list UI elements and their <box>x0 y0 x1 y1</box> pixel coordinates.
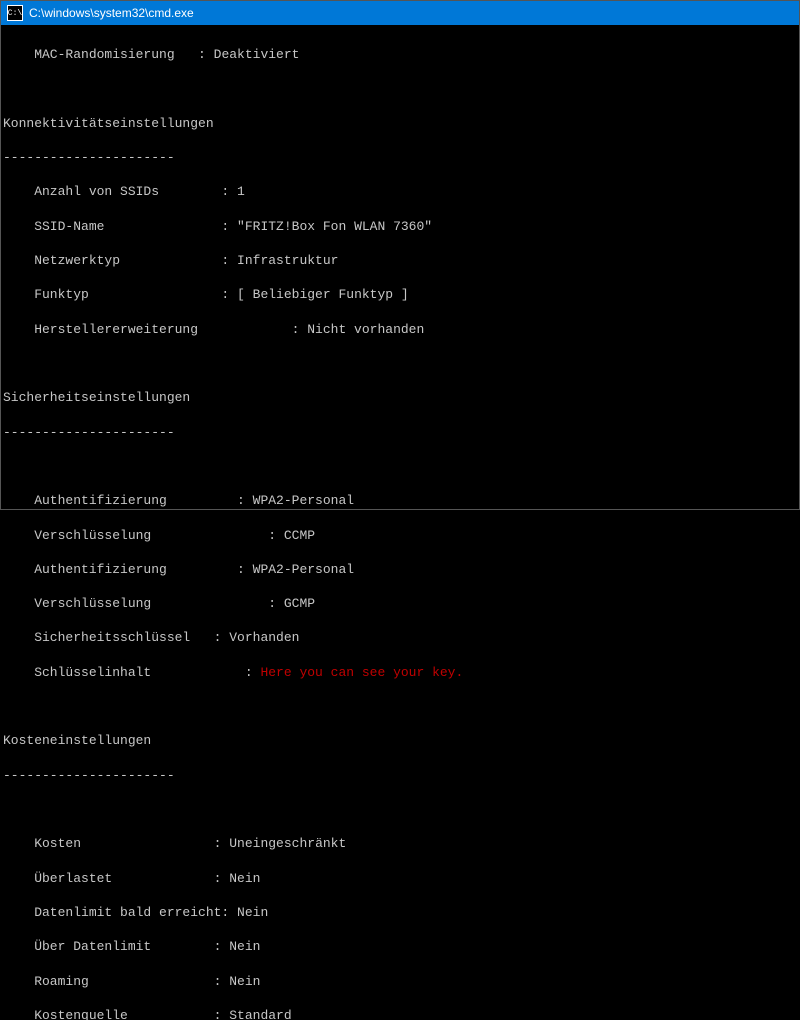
enc2-value: GCMP <box>284 596 315 611</box>
cost-header: Kosteneinstellungen <box>3 732 791 749</box>
ssid-name-label: SSID-Name : <box>3 219 237 234</box>
cost-over-limit-label: Über Datenlimit : <box>3 939 229 954</box>
divider: ---------------------- <box>3 149 791 166</box>
ssid-count-line: Anzahl von SSIDs : 1 <box>3 183 791 200</box>
enc1-line: Verschlüsselung : CCMP <box>3 527 791 544</box>
seckey-line: Sicherheitsschlüssel : Vorhanden <box>3 629 791 646</box>
radio-type-value: [ Beliebiger Funktyp ] <box>237 287 409 302</box>
enc1-label: Verschlüsselung : <box>3 528 284 543</box>
mac-randomization-line: MAC-Randomisierung : Deaktiviert <box>3 46 791 63</box>
network-type-line: Netzwerktyp : Infrastruktur <box>3 252 791 269</box>
network-type-value: Infrastruktur <box>237 253 338 268</box>
window-title: C:\windows\system32\cmd.exe <box>29 6 194 20</box>
cost-kosten-value: Uneingeschränkt <box>229 836 346 851</box>
cost-overloaded-label: Überlastet : <box>3 871 229 886</box>
ssid-count-label: Anzahl von SSIDs : <box>3 184 237 199</box>
cost-near-limit-label: Datenlimit bald erreicht: <box>3 905 237 920</box>
cost-over-limit-line: Über Datenlimit : Nein <box>3 938 791 955</box>
cost-over-limit-value: Nein <box>229 939 260 954</box>
cost-roaming-value: Nein <box>229 974 260 989</box>
cost-roaming-line: Roaming : Nein <box>3 973 791 990</box>
window-titlebar[interactable]: C:\ C:\windows\system32\cmd.exe <box>1 1 799 25</box>
blank-line <box>3 698 791 715</box>
radio-type-line: Funktyp : [ Beliebiger Funktyp ] <box>3 286 791 303</box>
seckey-value: Vorhanden <box>229 630 299 645</box>
auth1-label: Authentifizierung : <box>3 493 253 508</box>
mac-rand-value: Deaktiviert <box>214 47 300 62</box>
terminal-output: MAC-Randomisierung : Deaktiviert Konnekt… <box>1 25 799 1020</box>
blank-line <box>3 458 791 475</box>
cost-source-line: Kostenquelle : Standard <box>3 1007 791 1020</box>
vendor-ext-value: Nicht vorhanden <box>307 322 424 337</box>
auth2-label: Authentifizierung : <box>3 562 253 577</box>
connectivity-header: Konnektivitätseinstellungen <box>3 115 791 132</box>
auth2-value: WPA2-Personal <box>253 562 354 577</box>
keycontent-line: Schlüsselinhalt : Here you can see your … <box>3 664 791 681</box>
cost-roaming-label: Roaming : <box>3 974 229 989</box>
security-header: Sicherheitseinstellungen <box>3 389 791 406</box>
cost-overloaded-line: Überlastet : Nein <box>3 870 791 887</box>
radio-type-label: Funktyp : <box>3 287 237 302</box>
cmd-icon: C:\ <box>7 5 23 21</box>
cost-overloaded-value: Nein <box>229 871 260 886</box>
auth1-value: WPA2-Personal <box>253 493 354 508</box>
cmd-icon-text: C:\ <box>8 9 22 18</box>
cost-near-limit-line: Datenlimit bald erreicht: Nein <box>3 904 791 921</box>
network-type-label: Netzwerktyp : <box>3 253 237 268</box>
cost-source-label: Kostenquelle : <box>3 1008 229 1020</box>
ssid-count-value: 1 <box>237 184 245 199</box>
cost-kosten-label: Kosten : <box>3 836 229 851</box>
cost-near-limit-value: Nein <box>237 905 268 920</box>
auth2-line: Authentifizierung : WPA2-Personal <box>3 561 791 578</box>
cost-source-value: Standard <box>229 1008 291 1020</box>
seckey-label: Sicherheitsschlüssel : <box>3 630 229 645</box>
cost-kosten-line: Kosten : Uneingeschränkt <box>3 835 791 852</box>
blank-line <box>3 355 791 372</box>
mac-rand-label: MAC-Randomisierung : <box>3 47 214 62</box>
blank-line <box>3 801 791 818</box>
keycontent-label: Schlüsselinhalt : <box>3 665 260 680</box>
blank-line <box>3 80 791 97</box>
divider: ---------------------- <box>3 767 791 784</box>
divider: ---------------------- <box>3 424 791 441</box>
ssid-name-line: SSID-Name : "FRITZ!Box Fon WLAN 7360" <box>3 218 791 235</box>
auth1-line: Authentifizierung : WPA2-Personal <box>3 492 791 509</box>
ssid-name-value: "FRITZ!Box Fon WLAN 7360" <box>237 219 432 234</box>
enc2-line: Verschlüsselung : GCMP <box>3 595 791 612</box>
enc2-label: Verschlüsselung : <box>3 596 284 611</box>
enc1-value: CCMP <box>284 528 315 543</box>
keycontent-value: Here you can see your key. <box>260 665 463 680</box>
vendor-ext-label: Herstellererweiterung : <box>3 322 307 337</box>
vendor-ext-line: Herstellererweiterung : Nicht vorhanden <box>3 321 791 338</box>
